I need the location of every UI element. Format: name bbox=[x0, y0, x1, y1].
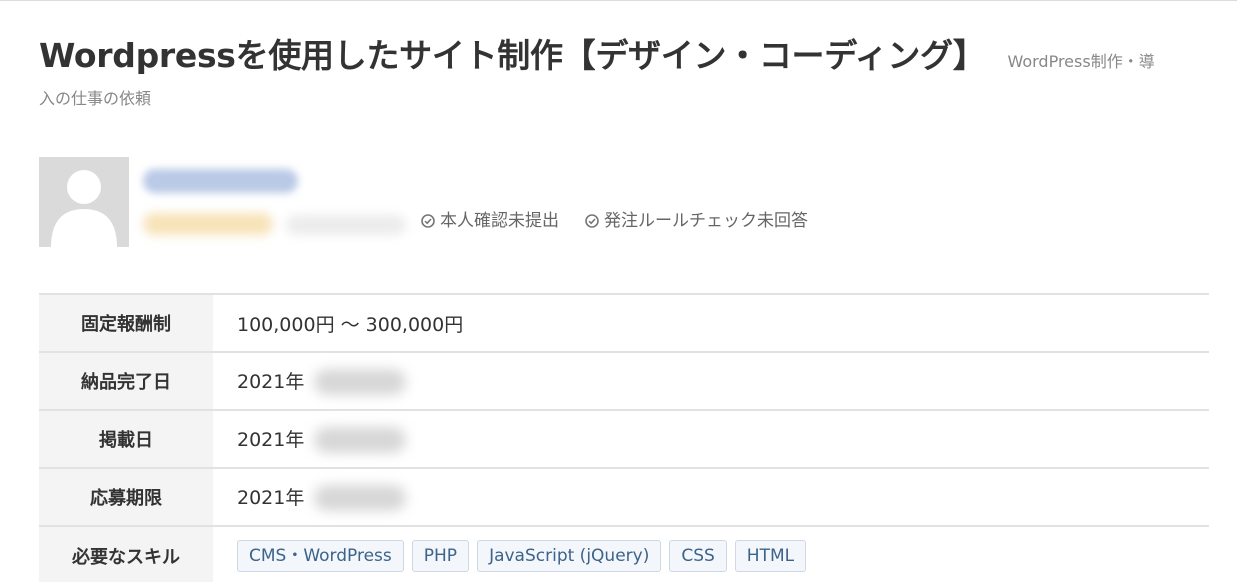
title-block: Wordpressを使用したサイト制作【デザイン・コーディング】 WordPres… bbox=[39, 34, 1209, 84]
skill-tag-html[interactable]: HTML bbox=[734, 539, 807, 572]
deadline-value: 2021年 bbox=[237, 486, 305, 509]
deadline-label: 応募期限 bbox=[39, 468, 213, 526]
table-row-skills: 必要なスキル CMS・WordPress PHP JavaScript (jQu… bbox=[39, 526, 1209, 582]
skill-tag-php[interactable]: PHP bbox=[411, 539, 470, 572]
skills-cell: CMS・WordPress PHP JavaScript (jQuery) CS… bbox=[213, 526, 1209, 582]
delivery-value: 2021年 bbox=[237, 370, 305, 393]
skill-tag-cms-wordpress[interactable]: CMS・WordPress bbox=[237, 539, 404, 572]
delivery-cell: 2021年 bbox=[213, 352, 1209, 410]
deadline-date-blurred bbox=[314, 485, 407, 512]
client-name-blurred bbox=[143, 169, 298, 193]
skills-label: 必要なスキル bbox=[39, 526, 213, 582]
reward-value: 100,000円 〜 300,000円 bbox=[237, 313, 464, 336]
table-row-posted: 掲載日 2021年 bbox=[39, 410, 1209, 468]
posted-date-blurred bbox=[314, 427, 407, 454]
check-circle-icon bbox=[585, 214, 599, 228]
status-identity-text: 本人確認未提出 bbox=[440, 211, 559, 231]
deadline-cell: 2021年 bbox=[213, 468, 1209, 526]
skill-tag-css[interactable]: CSS bbox=[669, 539, 727, 572]
client-rating-blurred bbox=[143, 213, 273, 235]
posted-label: 掲載日 bbox=[39, 410, 213, 468]
posted-value: 2021年 bbox=[237, 428, 305, 451]
client-rating-count-blurred bbox=[286, 215, 406, 235]
user-silhouette-icon bbox=[51, 170, 117, 247]
job-details-table: 固定報酬制 100,000円 〜 300,000円 納品完了日 2021年 掲載… bbox=[39, 293, 1209, 582]
table-row-deadline: 応募期限 2021年 bbox=[39, 468, 1209, 526]
client-avatar[interactable] bbox=[39, 157, 129, 247]
reward-label: 固定報酬制 bbox=[39, 294, 213, 352]
category-link[interactable]: WordPress制作・導 bbox=[1007, 52, 1154, 71]
delivery-date-blurred bbox=[314, 369, 407, 396]
table-row-delivery: 納品完了日 2021年 bbox=[39, 352, 1209, 410]
status-rules-text: 発注ルールチェック未回答 bbox=[604, 211, 808, 231]
category-line-2[interactable]: 入の仕事の依頼 bbox=[39, 89, 151, 109]
status-identity: 本人確認未提出 bbox=[421, 210, 559, 232]
skill-tag-javascript[interactable]: JavaScript (jQuery) bbox=[477, 539, 662, 572]
check-circle-icon bbox=[421, 214, 435, 228]
posted-cell: 2021年 bbox=[213, 410, 1209, 468]
page-title: Wordpressを使用したサイト制作【デザイン・コーディング】 bbox=[39, 36, 986, 75]
skill-tags: CMS・WordPress PHP JavaScript (jQuery) CS… bbox=[237, 539, 1209, 572]
delivery-label: 納品完了日 bbox=[39, 352, 213, 410]
job-detail-page: Wordpressを使用したサイト制作【デザイン・コーディング】 WordPres… bbox=[0, 0, 1237, 582]
table-row-reward: 固定報酬制 100,000円 〜 300,000円 bbox=[39, 294, 1209, 352]
status-rules: 発注ルールチェック未回答 bbox=[585, 210, 808, 232]
